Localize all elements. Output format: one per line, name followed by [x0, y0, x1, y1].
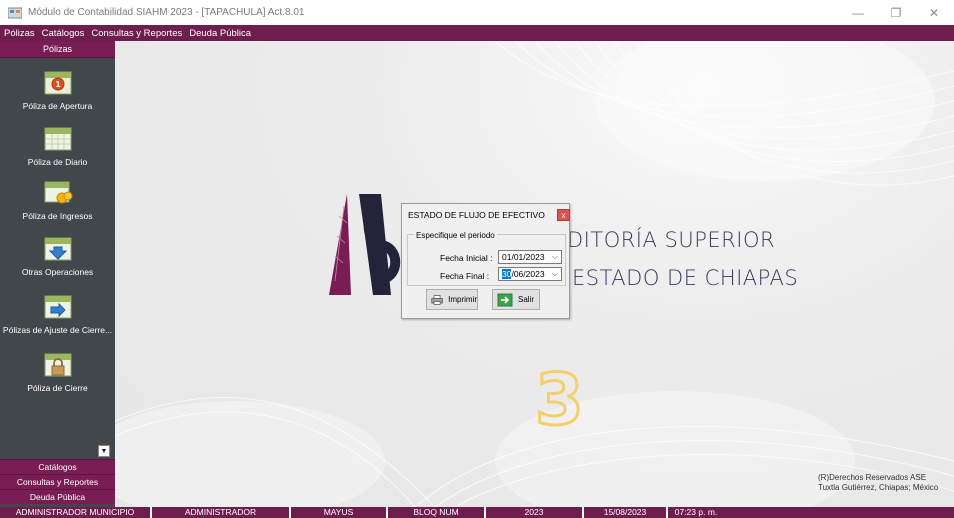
sidebar-header-polizas[interactable]: Pólizas: [0, 41, 115, 58]
calendar-coins-icon: [44, 181, 72, 204]
fecha-final-rest: /06/2023: [511, 269, 545, 279]
exit-button[interactable]: Salir: [492, 289, 540, 310]
status-caps: MAYUS: [323, 507, 354, 517]
sidebar-item-label: Póliza de Ingresos: [22, 211, 93, 221]
sidebar-item-poliza-cierre[interactable]: Póliza de Cierre: [0, 351, 115, 393]
app-icon: [8, 7, 22, 18]
window-title: Módulo de Contabilidad SIAHM 2023 - [TAP…: [28, 7, 305, 18]
sidebar-item-label: Póliza de Apertura: [22, 101, 93, 111]
svg-text:1: 1: [55, 80, 61, 89]
status-year: 2023: [524, 507, 544, 517]
sidebar-item-label: Pólizas de Ajuste de Cierre...: [2, 325, 113, 335]
sidebar-item-polizas-ajuste-cierre[interactable]: Pólizas de Ajuste de Cierre...: [0, 293, 115, 335]
menu-deuda-publica[interactable]: Deuda Pública: [187, 28, 256, 39]
status-numlock: BLOQ NUM: [413, 507, 459, 517]
minimize-button[interactable]: —: [838, 0, 878, 25]
copyright-notice: (R)Derechos Reservados ASE Tuxtla Gutiér…: [818, 473, 938, 493]
sidebar-section-catalogos[interactable]: Catálogos: [0, 459, 115, 474]
fecha-inicial-picker[interactable]: 01/01/2023 ⌵: [498, 250, 562, 264]
fecha-final-label: Fecha Final :: [440, 271, 490, 281]
period-group-label: Especifique el periodo: [414, 231, 497, 240]
menu-bar: Pólizas Catálogos Consultas y Reportes D…: [0, 25, 954, 41]
status-bar: ADMINISTRADOR MUNICIPIO ADMINISTRADOR MA…: [0, 507, 954, 518]
sidebar-section-deuda-publica[interactable]: Deuda Pública: [0, 489, 115, 504]
status-user-group: ADMINISTRADOR MUNICIPIO: [15, 507, 135, 517]
sidebar: Pólizas 1 Póliza de Apertura Póliza de D…: [0, 41, 115, 507]
calendar-adjust-icon: [44, 295, 71, 319]
calendar-one-icon: 1: [44, 71, 71, 95]
copyright-line1: (R)Derechos Reservados ASE: [818, 473, 927, 482]
logo-text-line2: ESTADO DE CHIAPAS: [572, 266, 799, 290]
sidebar-item-label: Otras Operaciones: [21, 267, 94, 277]
print-button[interactable]: Imprimir: [426, 289, 478, 310]
calendar-lock-icon: [44, 353, 71, 377]
flujo-efectivo-dialog: ESTADO DE FLUJO DE EFECTIVO x Especifiqu…: [401, 203, 570, 319]
sidebar-item-label: Póliza de Diario: [27, 157, 88, 167]
scroll-down-button[interactable]: ▼: [98, 445, 110, 457]
status-time: 07:23 p. m.: [674, 507, 718, 517]
chevron-down-icon[interactable]: ⌵: [552, 268, 558, 280]
calendar-icon: [44, 127, 71, 151]
big-digit: 3: [534, 358, 586, 443]
printer-icon: [431, 294, 443, 305]
ase-logo-icon: [329, 194, 401, 295]
menu-polizas[interactable]: Pólizas: [2, 28, 40, 39]
menu-consultas-reportes[interactable]: Consultas y Reportes: [89, 28, 187, 39]
fecha-inicial-value: 01/01/2023: [502, 252, 545, 262]
status-date: 15/08/2023: [603, 507, 647, 517]
sidebar-item-otras-operaciones[interactable]: Otras Operaciones: [0, 235, 115, 277]
menu-catalogos[interactable]: Catálogos: [40, 28, 90, 39]
exit-button-label: Salir: [518, 295, 535, 304]
chevron-down-icon[interactable]: ⌵: [552, 251, 558, 263]
sidebar-item-poliza-apertura[interactable]: 1 Póliza de Apertura: [0, 69, 115, 111]
close-button[interactable]: ✕: [914, 0, 954, 25]
sidebar-item-poliza-ingresos[interactable]: Póliza de Ingresos: [0, 179, 115, 221]
exit-door-icon: [497, 293, 513, 306]
title-bar: Módulo de Contabilidad SIAHM 2023 - [TAP…: [0, 0, 954, 25]
restore-button[interactable]: ❐: [876, 0, 916, 25]
dialog-title: ESTADO DE FLUJO DE EFECTIVO: [408, 210, 545, 220]
sidebar-section-consultas-reportes[interactable]: Consultas y Reportes: [0, 474, 115, 489]
dialog-close-button[interactable]: x: [557, 209, 570, 221]
calendar-arrow-icon: [44, 237, 71, 261]
fecha-inicial-label: Fecha Inicial :: [440, 253, 493, 263]
print-button-label: Imprimir: [448, 295, 477, 304]
copyright-line2: Tuxtla Gutiérrez, Chiapas; México: [818, 483, 939, 492]
sidebar-item-label: Póliza de Cierre: [27, 383, 88, 393]
sidebar-item-poliza-diario[interactable]: Póliza de Diario: [0, 125, 115, 167]
logo-text-line1: DITORÍA SUPERIOR: [567, 228, 776, 252]
fecha-final-picker[interactable]: 30/06/2023 ⌵: [498, 267, 562, 281]
status-user: ADMINISTRADOR: [184, 507, 257, 517]
